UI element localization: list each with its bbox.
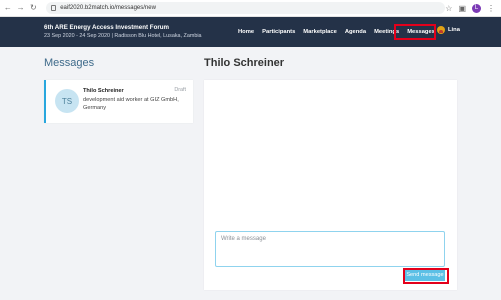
nav-marketplace[interactable]: Marketplace	[303, 29, 337, 35]
back-arrow-icon[interactable]: ←	[3, 3, 13, 13]
nav-participants[interactable]: Participants	[262, 29, 295, 35]
address-bar[interactable]: eaif2020.b2match.io/messages/new	[46, 2, 446, 14]
avatar: TS	[55, 89, 79, 113]
event-title[interactable]: 6th ARE Energy Access Investment Forum	[44, 24, 169, 31]
star-icon[interactable]: ☆	[445, 4, 452, 13]
url-text: eaif2020.b2match.io/messages/new	[60, 5, 156, 11]
thread-title: Thilo Schreiner	[204, 57, 285, 69]
send-highlight-box	[403, 268, 449, 284]
conversation-item[interactable]: TS Thilo Schreiner Draft development aid…	[44, 80, 193, 123]
nav-home[interactable]: Home	[238, 29, 254, 35]
draft-status: Draft	[174, 87, 186, 93]
messages-highlight-box	[394, 24, 436, 40]
user-name: Lina	[448, 27, 460, 33]
conversation-name: Thilo Schreiner	[83, 88, 124, 94]
message-input[interactable]	[215, 231, 445, 267]
nav-agenda[interactable]: Agenda	[345, 29, 366, 35]
forward-arrow-icon[interactable]: →	[16, 3, 26, 13]
messages-heading: Messages	[44, 57, 95, 69]
lock-icon	[51, 5, 57, 11]
extensions-icon[interactable]: ▣	[458, 4, 466, 13]
user-menu[interactable]: Lina	[437, 26, 460, 34]
browser-toolbar: ← → ↻ eaif2020.b2match.io/messages/new ☆…	[0, 0, 501, 17]
reload-icon[interactable]: ↻	[28, 3, 38, 13]
message-thread-panel: Send message	[204, 80, 457, 290]
user-avatar	[437, 26, 445, 34]
event-subtitle: 23 Sep 2020 - 24 Sep 2020 | Radisson Blu…	[44, 33, 202, 39]
profile-avatar[interactable]: L	[472, 3, 482, 13]
app-header: 6th ARE Energy Access Investment Forum 2…	[0, 17, 501, 47]
menu-icon[interactable]: ⋮	[487, 4, 495, 13]
conversation-description: development aid worker at GIZ GmbH, Germ…	[83, 97, 179, 111]
